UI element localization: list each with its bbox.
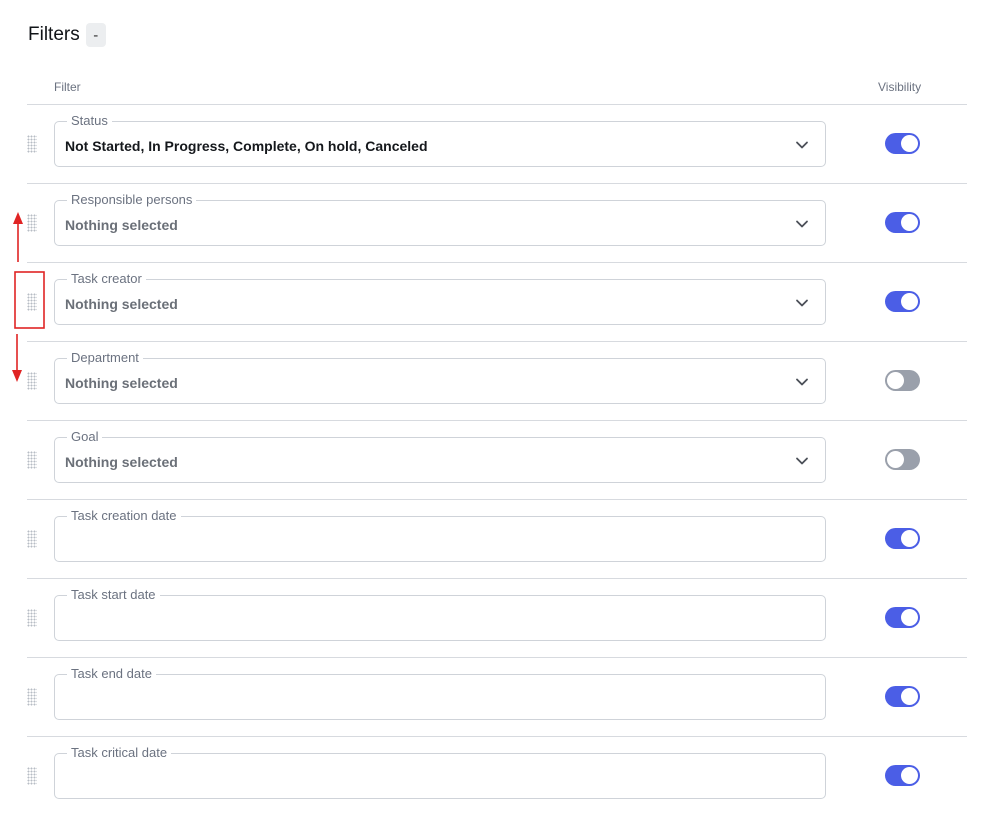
toggle-knob <box>887 451 904 468</box>
date-range-field[interactable]: Task critical date <box>54 745 826 799</box>
filter-select[interactable]: Responsible persons Nothing selected <box>54 192 826 246</box>
toggle-knob <box>901 214 918 231</box>
toggle-knob <box>901 530 918 547</box>
filter-row: Task creation date <box>27 499 967 578</box>
filter-row: Task end date <box>27 657 967 736</box>
field-label: Task start date <box>67 587 160 603</box>
drag-handle-icon[interactable] <box>27 372 37 390</box>
toggle-knob <box>901 293 918 310</box>
toggle-knob <box>901 767 918 784</box>
filter-row: Task critical date <box>27 736 967 815</box>
field-value: Nothing selected <box>65 217 178 233</box>
visibility-toggle[interactable] <box>885 212 920 233</box>
drag-handle-icon[interactable] <box>27 530 37 548</box>
drag-handle-icon[interactable] <box>27 609 37 627</box>
toggle-knob <box>901 609 918 626</box>
drag-handle-icon[interactable] <box>27 451 37 469</box>
filter-list: Status Not Started, In Progress, Complete… <box>27 104 967 815</box>
visibility-toggle[interactable] <box>885 686 920 707</box>
filter-select[interactable]: Goal Nothing selected <box>54 429 826 483</box>
field-label: Status <box>67 113 112 129</box>
field-label: Goal <box>67 429 103 445</box>
column-header-visibility: Visibility <box>878 80 922 94</box>
drag-handle-icon[interactable] <box>27 214 37 232</box>
chevron-down-icon[interactable] <box>795 138 809 152</box>
filter-row: Responsible persons Nothing selected <box>27 183 967 262</box>
filter-select[interactable]: Status Not Started, In Progress, Complete… <box>54 113 826 167</box>
filter-row: Task start date <box>27 578 967 657</box>
drag-handle-icon[interactable] <box>27 688 37 706</box>
page-title: Filters <box>28 24 80 45</box>
toggle-knob <box>901 688 918 705</box>
chevron-down-icon[interactable] <box>795 375 809 389</box>
field-value: Not Started, In Progress, Complete, On h… <box>65 138 428 154</box>
chevron-down-icon[interactable] <box>795 454 809 468</box>
visibility-toggle[interactable] <box>885 607 920 628</box>
column-header-filter: Filter <box>54 80 81 94</box>
toggle-knob <box>887 372 904 389</box>
filter-row: Status Not Started, In Progress, Complete… <box>27 104 967 183</box>
filter-row: Task creator Nothing selected <box>27 262 967 341</box>
drag-handle-icon[interactable] <box>27 293 37 311</box>
date-range-field[interactable]: Task end date <box>54 666 826 720</box>
drag-handle-icon[interactable] <box>27 767 37 785</box>
visibility-toggle[interactable] <box>885 370 920 391</box>
field-label: Responsible persons <box>67 192 197 208</box>
field-label: Task critical date <box>67 745 172 761</box>
field-label: Task end date <box>67 666 156 682</box>
field-value: Nothing selected <box>65 454 178 470</box>
visibility-toggle[interactable] <box>885 133 920 154</box>
filter-select[interactable]: Department Nothing selected <box>54 350 826 404</box>
arrow-up-icon <box>13 212 23 262</box>
visibility-toggle[interactable] <box>885 291 920 312</box>
date-range-field[interactable]: Task creation date <box>54 508 826 562</box>
field-label: Task creation date <box>67 508 181 524</box>
field-label: Department <box>67 350 143 366</box>
arrow-down-icon <box>12 334 22 382</box>
filter-row: Goal Nothing selected <box>27 420 967 499</box>
chevron-down-icon[interactable] <box>795 296 809 310</box>
filters-header: Filters - <box>28 22 106 48</box>
field-value: Nothing selected <box>65 296 178 312</box>
visibility-toggle[interactable] <box>885 449 920 470</box>
field-label: Task creator <box>67 271 146 287</box>
visibility-toggle[interactable] <box>885 528 920 549</box>
toggle-knob <box>901 135 918 152</box>
date-range-field[interactable]: Task start date <box>54 587 826 641</box>
collapse-button[interactable]: - <box>85 23 106 47</box>
visibility-toggle[interactable] <box>885 765 920 786</box>
field-value: Nothing selected <box>65 375 178 391</box>
chevron-down-icon[interactable] <box>795 217 809 231</box>
drag-handle-icon[interactable] <box>27 135 37 153</box>
filter-select[interactable]: Task creator Nothing selected <box>54 271 826 325</box>
filter-row: Department Nothing selected <box>27 341 967 420</box>
